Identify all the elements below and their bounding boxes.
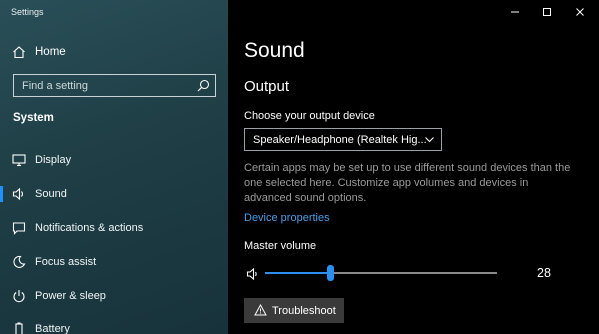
moon-icon <box>13 255 26 268</box>
sidebar-item-label: Focus assist <box>35 256 97 268</box>
slider-fill <box>265 272 330 274</box>
sidebar-item-label: Notifications & actions <box>35 222 144 234</box>
sidebar-item-power-sleep[interactable]: Power & sleep <box>0 282 228 310</box>
page-title: Sound <box>244 39 305 62</box>
master-volume-label: Master volume <box>244 240 317 252</box>
master-volume-slider[interactable] <box>265 262 497 284</box>
battery-icon <box>15 322 23 334</box>
warning-icon <box>254 304 267 316</box>
chevron-down-icon <box>425 137 434 143</box>
minimize-button[interactable] <box>503 4 527 20</box>
app-title: Settings <box>11 7 44 17</box>
output-device-label: Choose your output device <box>244 110 375 122</box>
close-button[interactable] <box>568 4 592 20</box>
output-device-dropdown[interactable]: Speaker/Headphone (Realtek Hig... <box>244 128 442 151</box>
volume-speaker-icon[interactable] <box>246 267 260 281</box>
sidebar-item-label: Sound <box>35 188 67 200</box>
home-icon <box>13 46 25 59</box>
search-icon[interactable] <box>197 79 210 92</box>
search-box[interactable] <box>13 74 216 97</box>
power-icon <box>13 290 25 303</box>
sidebar-item-focus-assist[interactable]: Focus assist <box>0 248 228 276</box>
sidebar-item-label: Battery <box>35 323 70 334</box>
sidebar-item-sound[interactable]: Sound <box>0 180 228 208</box>
section-title: System <box>13 112 54 124</box>
troubleshoot-label: Troubleshoot <box>272 305 336 317</box>
volume-value: 28 <box>537 266 551 280</box>
selection-indicator <box>0 186 3 202</box>
sidebar-item-home[interactable]: Home <box>0 40 228 66</box>
monitor-icon <box>12 154 26 167</box>
maximize-button[interactable] <box>535 4 559 20</box>
sidebar-item-display[interactable]: Display <box>0 146 228 174</box>
output-heading: Output <box>244 78 290 95</box>
info-text: Certain apps may be set up to use differ… <box>244 162 571 204</box>
sidebar-item-label: Power & sleep <box>35 290 106 302</box>
slider-thumb[interactable] <box>327 265 334 281</box>
sidebar: Settings Home System Display Sound <box>0 0 228 334</box>
device-properties-link[interactable]: Device properties <box>244 212 330 224</box>
troubleshoot-button[interactable]: Troubleshoot <box>244 298 344 323</box>
sidebar-item-battery[interactable]: Battery <box>0 315 228 334</box>
main-pane: Sound Output Choose your output device S… <box>228 0 599 334</box>
output-device-value: Speaker/Headphone (Realtek Hig... <box>253 134 427 146</box>
sidebar-item-label: Display <box>35 154 72 166</box>
sidebar-item-notifications[interactable]: Notifications & actions <box>0 214 228 242</box>
home-label: Home <box>35 46 66 58</box>
speaker-icon <box>12 187 24 201</box>
search-input[interactable] <box>14 75 192 96</box>
notification-icon <box>12 222 26 235</box>
